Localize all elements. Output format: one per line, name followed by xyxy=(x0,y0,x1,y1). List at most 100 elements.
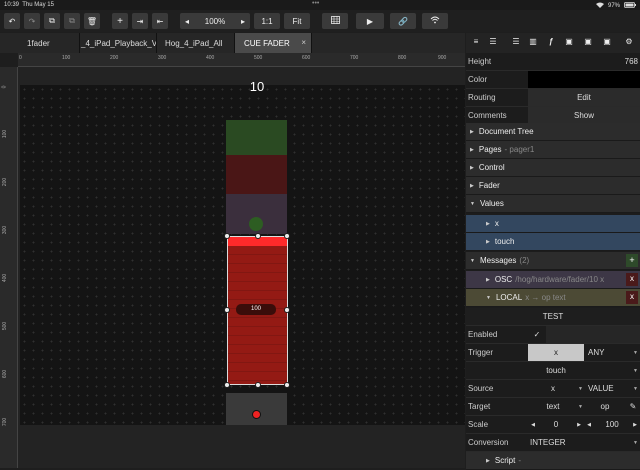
resize-handle[interactable] xyxy=(224,307,230,313)
scale-to-increment-icon[interactable]: ▶ xyxy=(630,422,640,428)
editor-canvas[interactable]: 10 100 xyxy=(18,67,465,468)
ruler-tick: 100 xyxy=(2,129,9,139)
target-select[interactable]: text xyxy=(528,398,578,415)
align-left-icon[interactable]: ≡ xyxy=(469,37,483,49)
import-icon: ⇤ xyxy=(156,16,164,26)
grid-icon xyxy=(330,16,340,26)
ruler-tick: 300 xyxy=(158,55,167,61)
library-icon[interactable]: ▥ xyxy=(526,37,540,49)
multitask-dots-icon[interactable]: ••• xyxy=(312,0,319,7)
fader-button-purple[interactable] xyxy=(226,194,287,234)
zoom-1to1-button[interactable]: 1:1 xyxy=(254,13,280,29)
ruler-tick: 200 xyxy=(110,55,119,61)
link-button[interactable]: 🔗 xyxy=(390,13,416,29)
section-values[interactable]: ▼ Values xyxy=(466,195,640,213)
message-detail: /hog/hardware/fader/10 x xyxy=(515,275,605,284)
value-label: touch xyxy=(494,237,515,246)
tab-playback[interactable]: _4_iPad_Playback_V xyxy=(80,33,157,53)
redo-button[interactable]: ↷ xyxy=(24,13,40,29)
tab-label: 1fader xyxy=(27,38,50,48)
network-button[interactable] xyxy=(422,13,448,29)
trigger-mode-select[interactable]: ANY xyxy=(584,344,633,361)
import-button[interactable]: ⇤ xyxy=(152,13,168,29)
copy-icon: ⧉ xyxy=(49,16,55,25)
fader-button-green[interactable] xyxy=(226,120,287,155)
height-input[interactable]: 768 xyxy=(528,53,640,70)
enabled-checkbox[interactable]: ✓ xyxy=(528,330,546,339)
add-widget-button[interactable]: + xyxy=(112,13,128,29)
resize-handle[interactable] xyxy=(255,382,261,388)
zoom-fit-button[interactable]: Fit xyxy=(284,13,310,29)
target-op-select[interactable]: op xyxy=(584,398,626,415)
messages-count: (2) xyxy=(519,256,530,265)
resize-handle[interactable] xyxy=(255,233,261,239)
trigger-label: Trigger xyxy=(468,348,494,357)
resize-handle[interactable] xyxy=(224,233,230,239)
tab-hog-all[interactable]: Hog_4_iPad_All xyxy=(157,33,235,53)
ruler-tick: 700 xyxy=(2,417,9,427)
fader-button-red[interactable] xyxy=(226,155,287,194)
scale-from-increment-icon[interactable]: ▶ xyxy=(574,422,584,428)
paste-button[interactable]: ⧉ xyxy=(64,13,80,29)
routing-edit-button[interactable]: Edit xyxy=(528,89,640,106)
inspector-toolbar: ≡ ☰ ☰ ▥ ƒ ▣ ▣ ▣ ⚙ xyxy=(466,33,640,53)
copy-button[interactable]: ⧉ xyxy=(44,13,60,29)
remove-message-button[interactable]: x xyxy=(626,273,638,286)
section-control[interactable]: ▶ Control xyxy=(466,159,640,177)
color-label: Color xyxy=(468,75,488,84)
save-folder-icon[interactable]: ▣ xyxy=(600,37,614,49)
resize-handle[interactable] xyxy=(284,382,290,388)
import-folder-icon[interactable]: ▣ xyxy=(562,37,576,49)
play-button[interactable]: ▶ xyxy=(356,13,384,29)
tab-cue-fader[interactable]: CUE FADER × xyxy=(235,33,312,53)
scale-from-input[interactable]: 0 xyxy=(538,416,574,433)
ruler-tick: 100 xyxy=(62,55,71,61)
section-messages[interactable]: ▼ Messages (2) + xyxy=(466,252,640,270)
remove-message-button[interactable]: x xyxy=(626,291,638,304)
undo-button[interactable]: ↶ xyxy=(4,13,20,29)
eyedropper-icon[interactable]: ✎ xyxy=(626,402,640,411)
value-item-x[interactable]: ▶ x xyxy=(466,215,640,233)
color-input[interactable] xyxy=(528,71,640,88)
comments-show-button[interactable]: Show xyxy=(528,107,640,124)
source-mode-select[interactable]: VALUE xyxy=(584,380,633,397)
session-board[interactable]: 10 100 xyxy=(20,79,465,425)
settings-gear-icon[interactable]: ⚙ xyxy=(622,37,636,49)
zoom-out-button[interactable]: ◂ xyxy=(185,17,189,26)
chevron-right-icon: ▶ xyxy=(486,220,490,227)
value-item-touch[interactable]: ▶ touch xyxy=(466,233,640,251)
link-icon: 🔗 xyxy=(398,16,408,26)
export-folder-icon[interactable]: ▣ xyxy=(581,37,595,49)
section-document-tree[interactable]: ▶ Document Tree xyxy=(466,123,640,141)
source-select[interactable]: x xyxy=(528,380,578,397)
grid-button[interactable] xyxy=(322,13,348,29)
message-osc[interactable]: ▶ OSC/hog/hardware/fader/10 x x xyxy=(466,271,640,289)
stack-icon[interactable]: ☰ xyxy=(509,37,523,49)
section-fader[interactable]: ▶ Fader xyxy=(466,177,640,195)
export-button[interactable]: ⇥ xyxy=(132,13,148,29)
scale-label: Scale xyxy=(468,420,489,429)
tab-close-button[interactable]: × xyxy=(301,38,306,47)
source-row: Source x ▼ VALUE ▼ xyxy=(466,380,640,398)
function-icon[interactable]: ƒ xyxy=(544,37,558,49)
add-message-button[interactable]: + xyxy=(626,254,638,267)
resize-handle[interactable] xyxy=(284,307,290,313)
delete-button[interactable]: 🗑 xyxy=(84,13,100,29)
section-script[interactable]: ▶ Script - xyxy=(466,452,640,470)
conversion-select[interactable]: INTEGER xyxy=(528,434,633,451)
trigger2-select[interactable]: touch xyxy=(528,362,584,379)
fader-widget[interactable]: 100 xyxy=(227,236,288,385)
touch-button[interactable] xyxy=(226,393,287,425)
tab-1fader[interactable]: 1fader xyxy=(0,33,80,53)
zoom-in-button[interactable]: ▸ xyxy=(241,17,245,26)
section-pages[interactable]: ▶ Pages - pager1 xyxy=(466,141,640,159)
scale-to-decrement-icon[interactable]: ◀ xyxy=(584,422,594,428)
trigger-value-select[interactable]: x xyxy=(528,344,584,361)
list-icon[interactable]: ☰ xyxy=(486,37,500,49)
resize-handle[interactable] xyxy=(224,382,230,388)
scale-from-decrement-icon[interactable]: ◀ xyxy=(528,422,538,428)
resize-handle[interactable] xyxy=(284,233,290,239)
message-local[interactable]: ▼ LOCAL x → op text x xyxy=(466,289,640,307)
test-button[interactable]: TEST xyxy=(466,308,640,326)
scale-to-input[interactable]: 100 xyxy=(594,416,630,433)
